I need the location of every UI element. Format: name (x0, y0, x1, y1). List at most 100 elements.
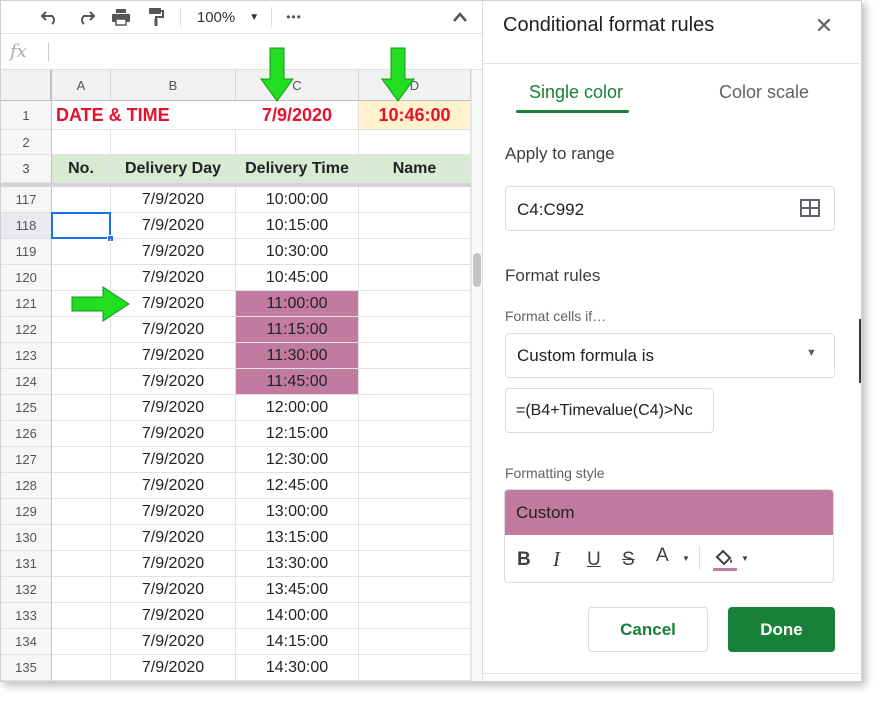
table-cell[interactable]: 7/9/2020 (111, 343, 236, 369)
table-cell[interactable]: 12:15:00 (236, 421, 359, 447)
collapse-toolbar-icon[interactable] (449, 5, 471, 29)
table-cell[interactable] (359, 343, 471, 369)
paint-format-icon[interactable] (143, 5, 169, 29)
table-cell[interactable] (359, 551, 471, 577)
row-header[interactable]: 133 (1, 603, 52, 629)
table-cell[interactable] (52, 551, 111, 577)
table-cell[interactable] (52, 629, 111, 655)
bold-icon[interactable]: B (517, 549, 531, 571)
row-header[interactable]: 130 (1, 525, 52, 551)
tab-color-scale[interactable]: Color scale (719, 82, 809, 103)
row-header[interactable]: 131 (1, 551, 52, 577)
cell-a-row-1[interactable]: DATE & TIME (52, 101, 236, 130)
cell-c-row-2[interactable] (236, 130, 359, 155)
table-cell[interactable]: 13:00:00 (236, 499, 359, 525)
style-preview[interactable]: Custom (505, 490, 833, 535)
vertical-scrollbar[interactable] (471, 70, 482, 681)
table-cell[interactable]: 7/9/2020 (111, 187, 236, 213)
table-cell[interactable]: 13:45:00 (236, 577, 359, 603)
text-color-icon[interactable]: A (656, 545, 669, 567)
table-cell[interactable]: 11:00:00 (236, 291, 359, 317)
table-cell[interactable]: 13:30:00 (236, 551, 359, 577)
table-cell[interactable]: 10:15:00 (236, 213, 359, 239)
custom-formula-input[interactable]: =(B4+Timevalue(C4)>Nc (505, 388, 714, 433)
row-header[interactable]: 118 (1, 213, 52, 239)
cell-b-row-2[interactable] (111, 130, 236, 155)
table-cell[interactable] (359, 239, 471, 265)
table-cell[interactable]: 7/9/2020 (111, 213, 236, 239)
table-cell[interactable]: 7/9/2020 (111, 525, 236, 551)
scrollbar-thumb[interactable] (473, 253, 481, 287)
table-cell[interactable] (359, 603, 471, 629)
column-header-b[interactable]: B (111, 70, 236, 101)
table-cell[interactable] (52, 239, 111, 265)
condition-select[interactable]: Custom formula is ▼ (505, 333, 835, 378)
italic-icon[interactable]: I (553, 547, 560, 572)
table-cell[interactable]: 14:15:00 (236, 629, 359, 655)
table-cell[interactable]: 7/9/2020 (111, 421, 236, 447)
table-cell[interactable]: 11:15:00 (236, 317, 359, 343)
table-cell[interactable] (52, 525, 111, 551)
row-header[interactable]: 128 (1, 473, 52, 499)
fill-color-icon[interactable] (712, 546, 738, 577)
table-cell[interactable] (359, 655, 471, 681)
row-header[interactable]: 126 (1, 421, 52, 447)
table-cell[interactable] (52, 499, 111, 525)
cell-b-row-3[interactable]: Delivery Day (111, 155, 236, 183)
table-cell[interactable]: 7/9/2020 (111, 629, 236, 655)
table-cell[interactable] (359, 369, 471, 395)
table-cell[interactable] (359, 525, 471, 551)
table-cell[interactable] (52, 343, 111, 369)
table-cell[interactable]: 11:30:00 (236, 343, 359, 369)
table-cell[interactable] (52, 577, 111, 603)
table-cell[interactable] (359, 629, 471, 655)
table-cell[interactable]: 7/9/2020 (111, 369, 236, 395)
table-cell[interactable]: 12:30:00 (236, 447, 359, 473)
cancel-button[interactable]: Cancel (588, 607, 708, 652)
table-cell[interactable] (52, 655, 111, 681)
table-cell[interactable] (359, 473, 471, 499)
row-header[interactable]: 125 (1, 395, 52, 421)
table-cell[interactable] (359, 447, 471, 473)
cell-d-row-2[interactable] (359, 130, 471, 155)
table-cell[interactable] (52, 395, 111, 421)
select-all-corner[interactable] (1, 70, 52, 101)
row-header[interactable]: 3 (1, 155, 52, 183)
row-header[interactable]: 134 (1, 629, 52, 655)
table-cell[interactable]: 7/9/2020 (111, 473, 236, 499)
row-header[interactable]: 121 (1, 291, 52, 317)
table-cell[interactable]: 7/9/2020 (111, 239, 236, 265)
table-cell[interactable] (52, 603, 111, 629)
table-cell[interactable]: 7/9/2020 (111, 603, 236, 629)
table-cell[interactable]: 13:15:00 (236, 525, 359, 551)
strikethrough-icon[interactable]: S (622, 549, 635, 571)
close-icon[interactable]: ✕ (813, 13, 835, 38)
table-cell[interactable]: 14:30:00 (236, 655, 359, 681)
row-header[interactable]: 129 (1, 499, 52, 525)
cell-c-row-3[interactable]: Delivery Time (236, 155, 359, 183)
row-header[interactable]: 117 (1, 187, 52, 213)
row-header[interactable]: 127 (1, 447, 52, 473)
table-cell[interactable]: 7/9/2020 (111, 447, 236, 473)
table-cell[interactable]: 12:00:00 (236, 395, 359, 421)
table-cell[interactable] (359, 187, 471, 213)
table-cell[interactable]: 7/9/2020 (111, 551, 236, 577)
table-cell[interactable]: 10:45:00 (236, 265, 359, 291)
table-cell[interactable] (359, 395, 471, 421)
table-cell[interactable]: 7/9/2020 (111, 499, 236, 525)
cell-d-row-1[interactable]: 10:46:00 (359, 101, 471, 130)
table-cell[interactable] (52, 369, 111, 395)
table-cell[interactable]: 7/9/2020 (111, 577, 236, 603)
table-cell[interactable]: 7/9/2020 (111, 655, 236, 681)
done-button[interactable]: Done (728, 607, 835, 652)
table-cell[interactable]: 10:30:00 (236, 239, 359, 265)
row-header[interactable]: 124 (1, 369, 52, 395)
table-cell[interactable] (52, 421, 111, 447)
row-header[interactable]: 1 (1, 101, 52, 130)
table-cell[interactable] (359, 577, 471, 603)
table-cell[interactable] (359, 213, 471, 239)
range-input[interactable]: C4:C992 (505, 186, 835, 231)
underline-icon[interactable]: U (587, 549, 601, 571)
row-header[interactable]: 2 (1, 130, 52, 155)
grid-select-icon[interactable] (800, 199, 820, 222)
